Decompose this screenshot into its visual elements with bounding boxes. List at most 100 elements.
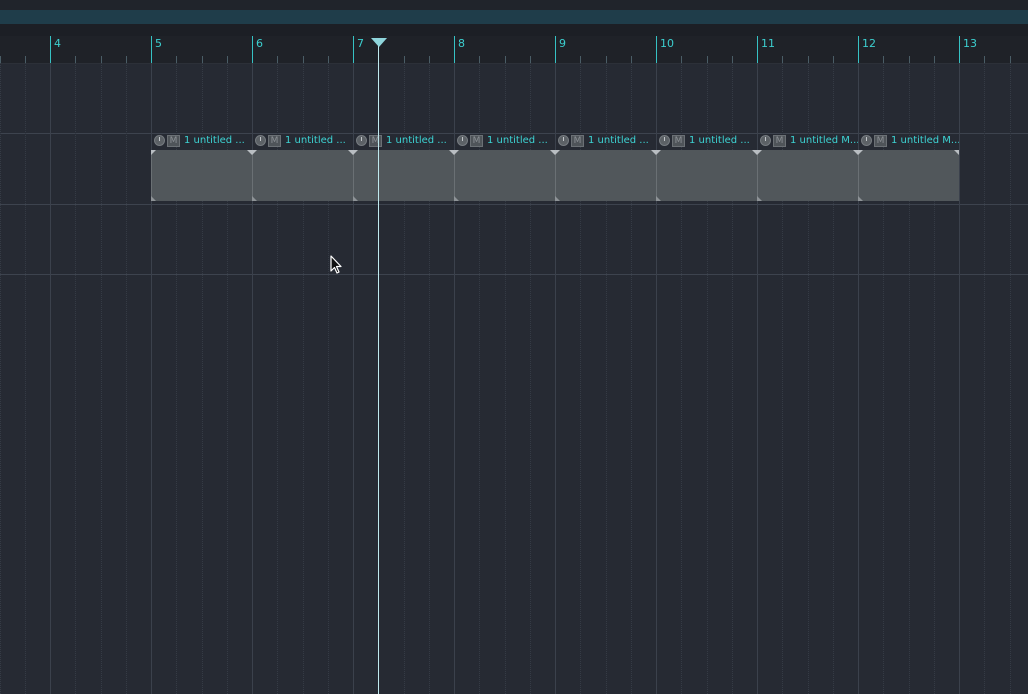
clip-mute-button[interactable]: M [874, 134, 887, 147]
clip-mute-button[interactable]: M [773, 134, 786, 147]
midi-clip[interactable]: M 1 untitled ... [454, 131, 555, 202]
ruler-bar-number: 11 [761, 37, 775, 50]
clip-resize-handle-icon[interactable] [757, 196, 762, 201]
ruler-bar-tick [555, 36, 556, 63]
ruler-bar-tick [151, 36, 152, 63]
lane-divider [0, 274, 1028, 275]
clip-fade-in-handle-icon[interactable] [757, 150, 762, 155]
clip-body[interactable] [656, 150, 757, 201]
timeline-ruler[interactable]: 4 5 6 7 8 9 10 11 12 13 [0, 36, 1028, 64]
midi-clip[interactable]: M 1 untitled ... [353, 131, 454, 202]
clip-body[interactable] [454, 150, 555, 201]
clip-fade-out-handle-icon[interactable] [954, 150, 959, 155]
ruler-beat-tick [606, 56, 607, 63]
clip-fade-in-handle-icon[interactable] [555, 150, 560, 155]
clip-body[interactable] [353, 150, 454, 201]
ruler-beat-tick [782, 56, 783, 63]
midi-clip[interactable]: M 1 untitled ... [252, 131, 353, 202]
clip-resize-handle-icon[interactable] [252, 196, 257, 201]
clip-name: 1 untitled ... [184, 135, 245, 146]
clip-name: 1 untitled ... [285, 135, 346, 146]
ruler-bar-tick [757, 36, 758, 63]
clip-resize-handle-icon[interactable] [454, 196, 459, 201]
ruler-beat-tick [429, 56, 430, 63]
clip-body[interactable] [555, 150, 656, 201]
ruler-bar-number: 13 [963, 37, 977, 50]
playhead-marker-icon[interactable] [371, 38, 387, 47]
midi-clip[interactable]: M 1 untitled ... [555, 131, 656, 202]
clip-header[interactable]: M 1 untitled M... [858, 131, 959, 150]
midi-clip[interactable]: M 1 untitled ... [151, 131, 252, 202]
clip-header[interactable]: M 1 untitled ... [656, 131, 757, 150]
clip-gain-knob-icon[interactable] [255, 135, 266, 146]
clip-header[interactable]: M 1 untitled ... [151, 131, 252, 150]
clip-body[interactable] [757, 150, 858, 201]
clip-resize-handle-icon[interactable] [656, 196, 661, 201]
clip-fade-in-handle-icon[interactable] [656, 150, 661, 155]
clip-mute-button[interactable]: M [672, 134, 685, 147]
clip-header[interactable]: M 1 untitled ... [555, 131, 656, 150]
clip-resize-handle-icon[interactable] [353, 196, 358, 201]
clip-body[interactable] [151, 150, 252, 201]
ruler-beat-tick [227, 56, 228, 63]
clip-fade-in-handle-icon[interactable] [252, 150, 257, 155]
clip-resize-handle-icon[interactable] [858, 196, 863, 201]
ruler-bar-number: 5 [155, 37, 162, 50]
ruler-beat-tick [303, 56, 304, 63]
clip-header[interactable]: M 1 untitled M... [757, 131, 858, 150]
clip-fade-in-handle-icon[interactable] [353, 150, 358, 155]
lane-divider [0, 204, 1028, 205]
top-toolbar-strip [0, 0, 1028, 10]
clip-gain-knob-icon[interactable] [356, 135, 367, 146]
grid-beat-line [25, 63, 26, 694]
ruler-beat-tick [580, 56, 581, 63]
grid-bar-line [50, 63, 51, 694]
clip-name: 1 untitled ... [487, 135, 548, 146]
grid-beat-line [984, 63, 985, 694]
ruler-bar-number: 9 [559, 37, 566, 50]
clip-gain-knob-icon[interactable] [558, 135, 569, 146]
clip-body[interactable] [858, 150, 959, 201]
ruler-beat-tick [909, 56, 910, 63]
ruler-beat-tick [934, 56, 935, 63]
ruler-beat-tick [202, 56, 203, 63]
ruler-beat-tick [404, 56, 405, 63]
midi-clip[interactable]: M 1 untitled ... [656, 131, 757, 202]
clip-gain-knob-icon[interactable] [457, 135, 468, 146]
clip-gain-knob-icon[interactable] [861, 135, 872, 146]
ruler-bar-number: 8 [458, 37, 465, 50]
clip-header[interactable]: M 1 untitled ... [353, 131, 454, 150]
clip-header[interactable]: M 1 untitled ... [454, 131, 555, 150]
clip-fade-in-handle-icon[interactable] [454, 150, 459, 155]
ruler-beat-tick [126, 56, 127, 63]
horizontal-scroll-track[interactable] [0, 10, 1028, 24]
clip-mute-button[interactable]: M [268, 134, 281, 147]
ruler-beat-tick [1010, 56, 1011, 63]
clip-fade-in-handle-icon[interactable] [151, 150, 156, 155]
clip-body[interactable] [252, 150, 353, 201]
ruler-bar-number: 7 [357, 37, 364, 50]
ruler-bar-tick [50, 36, 51, 63]
midi-clip[interactable]: M 1 untitled M... [757, 131, 858, 202]
clip-mute-button[interactable]: M [571, 134, 584, 147]
playhead-line[interactable] [378, 38, 379, 694]
clip-mute-button[interactable]: M [470, 134, 483, 147]
clip-mute-button[interactable]: M [369, 134, 382, 147]
clip-gain-knob-icon[interactable] [154, 135, 165, 146]
clip-name: 1 untitled M... [891, 135, 959, 146]
ruler-beat-tick [277, 56, 278, 63]
clip-header[interactable]: M 1 untitled ... [252, 131, 353, 150]
clip-gain-knob-icon[interactable] [659, 135, 670, 146]
ruler-bar-tick [252, 36, 253, 63]
clip-resize-handle-icon[interactable] [555, 196, 560, 201]
ruler-beat-tick [328, 56, 329, 63]
clip-mute-button[interactable]: M [167, 134, 180, 147]
ruler-beat-tick [833, 56, 834, 63]
ruler-bar-number: 6 [256, 37, 263, 50]
clip-fade-in-handle-icon[interactable] [858, 150, 863, 155]
midi-clip[interactable]: M 1 untitled M... [858, 131, 959, 202]
clip-gain-knob-icon[interactable] [760, 135, 771, 146]
ruler-beat-tick [505, 56, 506, 63]
clip-resize-handle-icon[interactable] [151, 196, 156, 201]
ruler-beat-tick [101, 56, 102, 63]
